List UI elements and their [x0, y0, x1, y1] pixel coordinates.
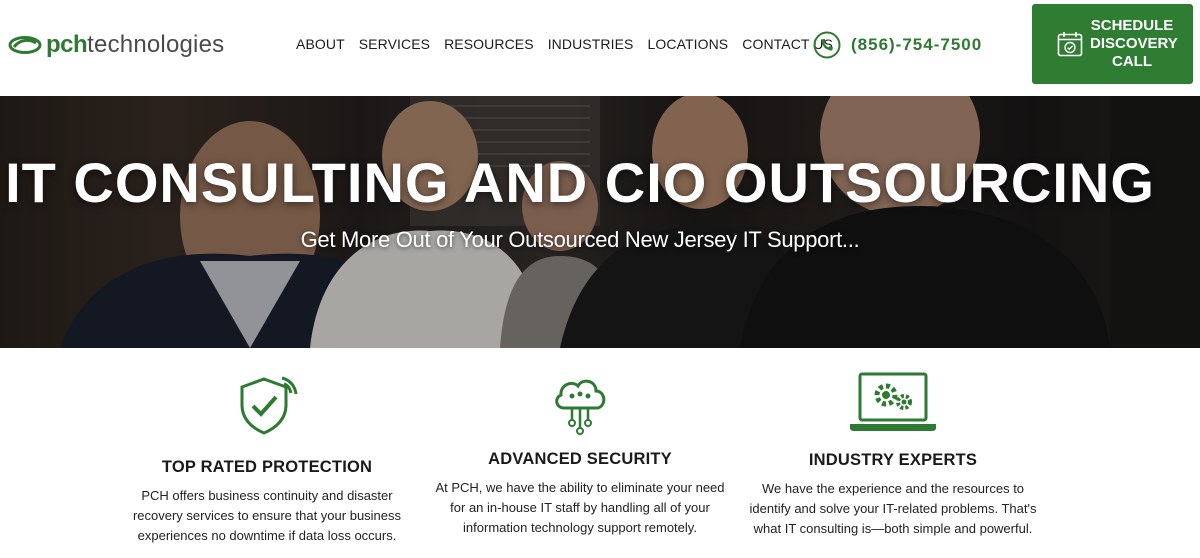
feature-industry-experts: INDUSTRY EXPERTS We have the experience … — [746, 372, 1040, 539]
cta-label: SCHEDULE DISCOVERY CALL — [1090, 17, 1178, 70]
feature-description: PCH offers business continuity and disas… — [132, 488, 402, 543]
nav-item-locations[interactable]: LOCATIONS — [647, 36, 728, 52]
nav-item-services[interactable]: SERVICES — [359, 36, 430, 52]
shield-check-icon — [240, 376, 298, 435]
laptop-gears-icon — [850, 372, 936, 431]
hero-title: IT CONSULTING AND CIO OUTSOURCING — [5, 151, 1155, 214]
site-header: pch technologies ABOUT SERVICES RESOURCE… — [0, 0, 1200, 96]
feature-title: ADVANCED SECURITY — [488, 450, 672, 468]
feature-title: INDUSTRY EXPERTS — [808, 451, 978, 469]
feature-description: At PCH, we have the ability to eliminate… — [435, 480, 725, 535]
feature-description: We have the experience and the resources… — [749, 481, 1037, 536]
phone-link[interactable]: (856)-754-7500 — [813, 31, 982, 59]
nav-item-resources[interactable]: RESOURCES — [444, 36, 534, 52]
hero-subtitle: Get More Out of Your Outsourced New Jers… — [300, 227, 860, 252]
phone-icon — [813, 31, 841, 59]
feature-title: TOP RATED PROTECTION — [161, 458, 373, 476]
nav-item-industries[interactable]: INDUSTRIES — [548, 36, 634, 52]
phone-number: (856)-754-7500 — [851, 35, 983, 54]
main-nav: ABOUT SERVICES RESOURCES INDUSTRIES LOCA… — [296, 36, 847, 52]
logo-brand-text: pch — [46, 31, 88, 58]
hero-overlay — [0, 96, 1200, 348]
nav-item-about[interactable]: ABOUT — [296, 36, 345, 52]
feature-advanced-security: ADVANCED SECURITY At PCH, we have the ab… — [434, 372, 726, 538]
hero-banner: IT CONSULTING AND CIO OUTSOURCING Get Mo… — [0, 96, 1200, 348]
pch-logo-icon — [8, 36, 42, 54]
site-logo[interactable]: pch technologies — [8, 30, 224, 60]
feature-top-rated-protection: TOP RATED PROTECTION PCH offers business… — [128, 372, 406, 546]
calendar-check-icon — [1057, 32, 1083, 57]
logo-suffix-text: technologies — [87, 31, 225, 58]
schedule-discovery-call-button[interactable]: SCHEDULE DISCOVERY CALL — [1032, 4, 1193, 84]
cloud-network-icon — [555, 379, 606, 435]
